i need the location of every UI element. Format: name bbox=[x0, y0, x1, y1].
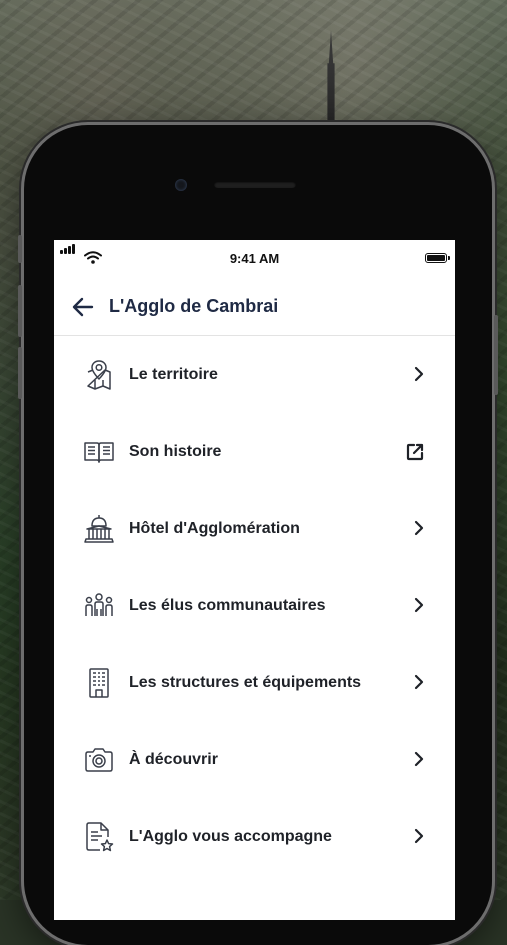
menu-item-label: Les structures et équipements bbox=[129, 674, 362, 691]
menu-item-label: Hôtel d'Agglomération bbox=[129, 520, 300, 537]
menu-item-elus[interactable]: Les élus communautaires bbox=[54, 567, 455, 644]
chevron-right-icon bbox=[411, 597, 427, 613]
status-bar: 9:41 AM bbox=[54, 240, 455, 276]
earpiece-speaker bbox=[214, 181, 296, 188]
app-header: L'Agglo de Cambrai bbox=[54, 276, 455, 336]
document-star-icon bbox=[82, 820, 116, 854]
back-arrow-icon[interactable] bbox=[70, 294, 96, 320]
chevron-right-icon bbox=[411, 674, 427, 690]
status-time: 9:41 AM bbox=[229, 251, 280, 266]
menu-item-histoire[interactable]: Son histoire bbox=[54, 413, 455, 490]
menu-item-territoire[interactable]: Le territoire bbox=[54, 336, 455, 413]
menu-item-label: Les élus communautaires bbox=[129, 597, 326, 614]
office-building-icon bbox=[82, 666, 116, 700]
book-icon bbox=[82, 435, 116, 469]
app-screen: 9:41 AM L'Agglo de Cambrai Le territoire bbox=[54, 240, 455, 920]
menu-item-label: Le territoire bbox=[129, 366, 218, 383]
building-dome-icon bbox=[82, 512, 116, 546]
camera-icon bbox=[82, 743, 116, 777]
menu-item-label: Son histoire bbox=[129, 443, 222, 460]
front-camera bbox=[175, 179, 187, 191]
chevron-right-icon bbox=[411, 366, 427, 382]
page-title: L'Agglo de Cambrai bbox=[109, 296, 279, 316]
menu-item-decouvrir[interactable]: À découvrir bbox=[54, 721, 455, 798]
battery-icon bbox=[425, 253, 450, 263]
menu-item-accompagne[interactable]: L'Agglo vous accompagne bbox=[54, 798, 455, 875]
menu-item-label: À découvrir bbox=[129, 751, 218, 768]
map-pin-icon bbox=[82, 358, 116, 392]
chevron-right-icon bbox=[411, 751, 427, 767]
menu-item-label: L'Agglo vous accompagne bbox=[129, 828, 332, 845]
menu-item-structures[interactable]: Les structures et équipements bbox=[54, 644, 455, 721]
chevron-right-icon bbox=[411, 828, 427, 844]
external-link-icon bbox=[405, 442, 425, 462]
people-group-icon bbox=[82, 589, 116, 623]
menu-item-hotel-agglomeration[interactable]: Hôtel d'Agglomération bbox=[54, 490, 455, 567]
chevron-right-icon bbox=[411, 520, 427, 536]
